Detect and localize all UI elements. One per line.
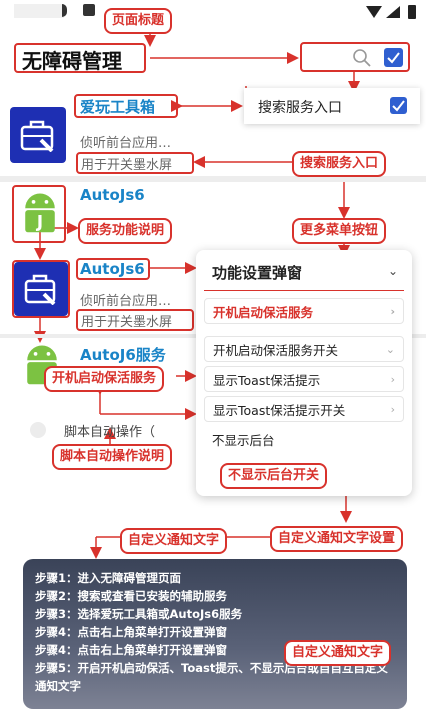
search-popup-label: 搜索服务入口 [258,100,342,116]
search-popup-checkbox-icon[interactable] [390,97,407,114]
menu-item-label: 开机启动保活服务 [213,304,314,320]
chevron-down-icon: ⌄ [385,342,395,356]
battery-icon [408,5,416,19]
page-title: 无障碍管理 [22,49,122,73]
step-line: 步骤3：选择爱玩工具箱或AutoJs6服务 [35,607,243,621]
step-line: 步骤2：搜索或查看已安装的辅助服务 [35,589,227,603]
svg-text:J: J [36,213,43,232]
callout-custom-notify-setting: 自定义通知文字设置 [270,526,404,552]
toolbox-icon[interactable] [14,262,68,316]
signal-icon [386,6,400,18]
menu-item-boot-keepalive-switch[interactable]: 开机启动保活服务开关 ⌄ [204,336,404,362]
callout-custom-notify: 自定义通知文字 [120,528,228,554]
status-right-icons [366,5,416,19]
callout-script-desc: 脚本自动操作说明 [52,444,173,470]
step-line: 步骤4：点击右上角菜单打开设置弹窗 [35,625,227,639]
status-left-blur [14,4,64,18]
app-name[interactable]: 爱玩工具箱 [80,96,155,117]
search-icon[interactable] [352,48,372,68]
function-settings-popup[interactable]: 功能设置弹窗 ⌄ 开机启动保活服务 › 开机启动保活服务开关 ⌄ 显示Toast保活… [196,250,412,496]
menu-item-label: 显示Toast保活提示 [213,372,321,388]
script-icon [30,422,46,438]
app-desc: 用于开关墨水屏 [81,158,173,173]
app-name[interactable]: AutoJs6 [80,186,145,204]
menu-item-toast-switch[interactable]: 显示Toast保活提示开关 › [204,396,404,422]
steps-panel: 步骤1：进入无障碍管理页面 步骤2：搜索或查看已安装的辅助服务 步骤3：选择爱玩… [23,559,407,709]
search-popup[interactable]: 搜索服务入口 [244,88,420,124]
menu-item-label: 开机启动保活服务开关 [213,342,339,358]
popup-title: 功能设置弹窗 [212,264,303,282]
notification-icon [83,4,95,16]
checkbox-icon[interactable] [384,48,403,67]
app-name[interactable]: AutoJs6 [80,260,145,278]
chevron-down-icon[interactable]: ⌄ [388,264,398,278]
callout-service-desc: 服务功能说明 [78,218,173,244]
chevron-right-icon: › [390,304,395,318]
wifi-icon [366,6,382,18]
app-sub: 侦听前台应用… [80,294,172,309]
menu-item-boot-keepalive[interactable]: 开机启动保活服务 › [204,298,404,324]
callout-search-entry: 搜索服务入口 [292,151,387,177]
callout-custom-notify-2: 自定义通知文字 [284,640,392,666]
status-shape-icon [62,4,67,17]
android-icon[interactable]: J [16,188,64,236]
callout-more-menu: 更多菜单按钮 [292,218,387,244]
callout-page-title: 页面标题 [104,8,173,34]
menu-item-no-background[interactable]: 不显示后台 [204,426,404,452]
script-item-label[interactable]: 脚本自动操作（ [64,421,155,440]
step-line: 步骤1：进入无障碍管理页面 [35,571,182,585]
app-name[interactable]: AutoJ6服务 [80,344,166,365]
menu-item-toast[interactable]: 显示Toast保活提示 › [204,366,404,392]
menu-item-label: 不显示后台 [212,432,275,448]
menu-item-label: 显示Toast保活提示开关 [213,402,346,418]
callout-no-background: 不显示后台开关 [220,463,328,489]
callout-boot-keepalive: 开机启动保活服务 [44,366,165,392]
status-bar [0,0,426,24]
toolbox-icon[interactable] [10,107,66,163]
chevron-right-icon: › [390,372,395,386]
app-desc: 用于开关墨水屏 [81,315,173,330]
chevron-right-icon: › [390,402,395,416]
app-sub: 侦听前台应用… [80,136,172,151]
popup-divider [204,290,404,291]
